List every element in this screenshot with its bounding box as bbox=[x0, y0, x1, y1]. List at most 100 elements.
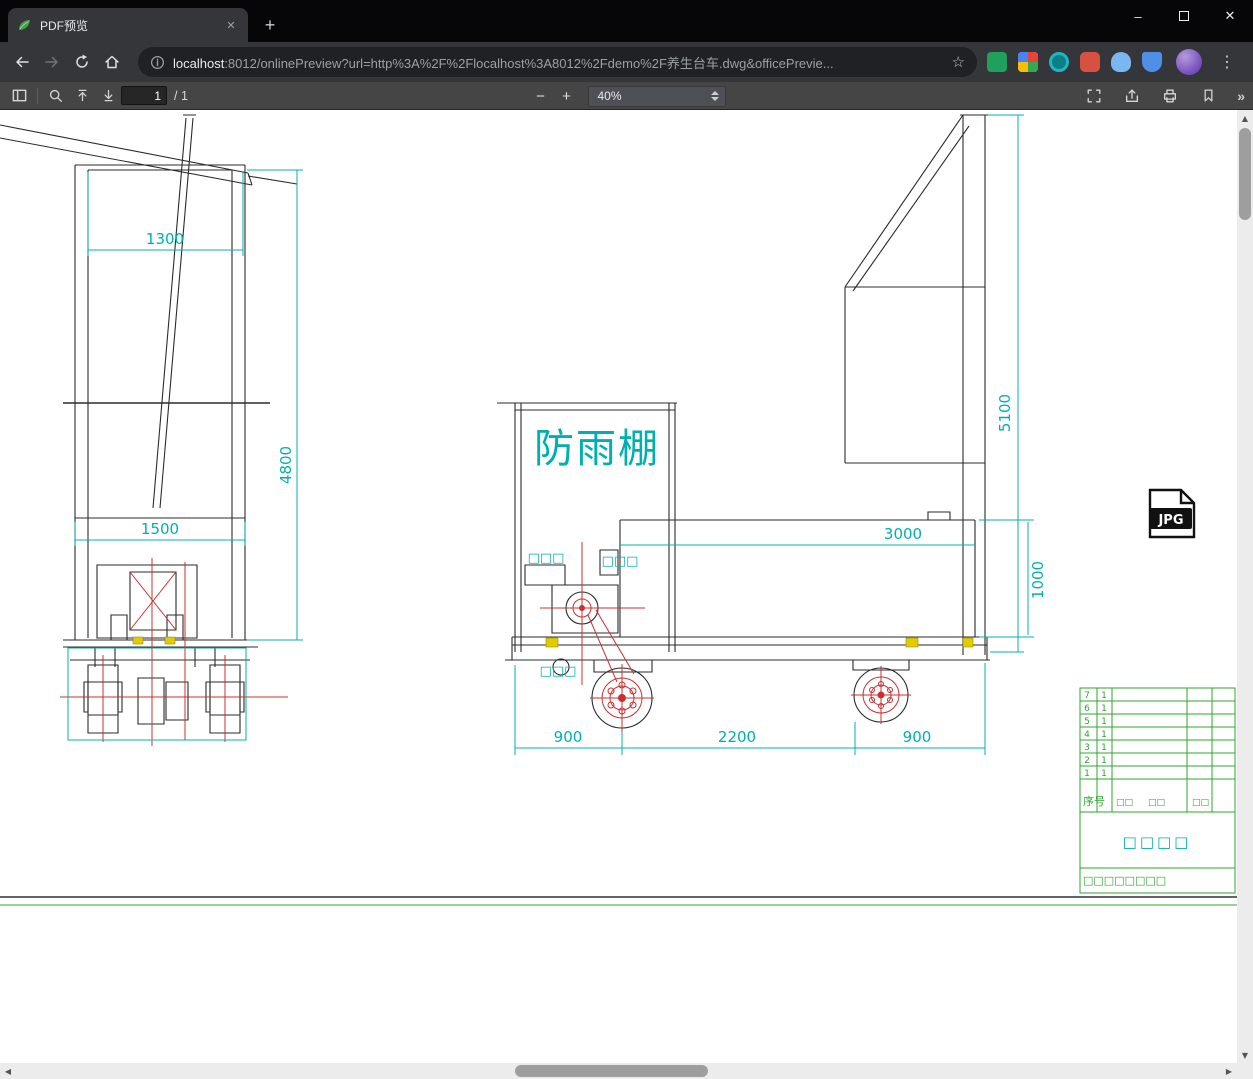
bookmark-button[interactable] bbox=[1195, 84, 1221, 108]
new-tab-button[interactable]: + bbox=[256, 11, 284, 39]
home-button[interactable] bbox=[98, 48, 126, 76]
dim-3000: 3000 bbox=[884, 525, 922, 543]
tb-header-3: □□ bbox=[1148, 798, 1165, 808]
horizontal-scrollbar[interactable]: ◀ ▶ bbox=[0, 1063, 1237, 1079]
zoom-select[interactable]: 40% bbox=[587, 85, 726, 107]
extension-icon-6[interactable] bbox=[1142, 52, 1162, 72]
tb-header-seq: 序号 bbox=[1083, 794, 1105, 808]
tb-footer-text: □□□□□□□□ bbox=[1083, 874, 1166, 887]
extension-icon-1[interactable] bbox=[987, 52, 1007, 72]
scroll-down-icon[interactable]: ▼ bbox=[1237, 1047, 1253, 1063]
tb-row-num: 6 bbox=[1084, 704, 1090, 714]
zoom-in-button[interactable]: + bbox=[554, 84, 580, 108]
extension-icon-2[interactable] bbox=[1018, 52, 1038, 72]
zoom-out-button[interactable]: − bbox=[528, 84, 554, 108]
dim-1000: 1000 bbox=[1029, 561, 1047, 599]
tb-row-qty: 1 bbox=[1101, 769, 1107, 779]
previous-page-button[interactable] bbox=[69, 84, 95, 108]
tab-close-icon[interactable]: ✕ bbox=[222, 16, 240, 34]
vertical-scroll-thumb[interactable] bbox=[1239, 128, 1251, 220]
browser-window: PDF预览 ✕ + – ✕ localhost:8012/onlinePrevi… bbox=[0, 0, 1253, 1079]
back-arrow-icon bbox=[16, 56, 29, 68]
url-text: localhost:8012/onlinePreview?url=http%3A… bbox=[173, 53, 944, 72]
search-icon bbox=[49, 89, 62, 102]
forward-arrow-icon bbox=[45, 56, 58, 68]
fullscreen-icon bbox=[1087, 89, 1101, 102]
back-button[interactable] bbox=[8, 48, 36, 76]
zoom-spinner-icon bbox=[710, 91, 719, 101]
sidebar-toggle-icon bbox=[12, 89, 26, 102]
tab-pdf-preview[interactable]: PDF预览 ✕ bbox=[8, 8, 248, 42]
title-block: 7 6 5 4 3 2 1 1 1 1 1 1 1 1 序号 □□ □□ □□ … bbox=[1079, 687, 1236, 894]
tb-row-num: 4 bbox=[1084, 730, 1090, 740]
page-info-icon[interactable] bbox=[150, 55, 165, 70]
front-view: 1300 4800 1500 bbox=[0, 114, 303, 746]
scroll-right-icon[interactable]: ▶ bbox=[1221, 1063, 1237, 1079]
dim-1500: 1500 bbox=[141, 520, 179, 538]
dim-2200: 2200 bbox=[718, 728, 756, 746]
tb-row-qty: 1 bbox=[1101, 704, 1107, 714]
open-file-icon bbox=[1126, 88, 1139, 102]
presentation-mode-button[interactable] bbox=[1081, 84, 1107, 108]
close-button[interactable]: ✕ bbox=[1207, 0, 1253, 32]
browser-menu-icon[interactable]: ⋮ bbox=[1215, 52, 1239, 72]
jpg-label: JPG bbox=[1157, 513, 1183, 528]
window-controls: – ✕ bbox=[1115, 0, 1253, 32]
ext2-quad bbox=[1018, 62, 1028, 72]
tb-header-4: □□ bbox=[1192, 798, 1209, 808]
reload-icon bbox=[76, 54, 88, 68]
tb-row-qty: 1 bbox=[1101, 691, 1107, 701]
tb-row-num: 3 bbox=[1084, 743, 1090, 753]
reload-button[interactable] bbox=[68, 48, 96, 76]
url-bar[interactable]: localhost:8012/onlinePreview?url=http%3A… bbox=[138, 47, 977, 77]
minimize-button[interactable]: – bbox=[1115, 0, 1161, 32]
bookmark-icon bbox=[1204, 89, 1213, 102]
scroll-left-icon[interactable]: ◀ bbox=[0, 1063, 16, 1079]
find-button[interactable] bbox=[43, 84, 69, 108]
tab-bar: PDF预览 ✕ + – ✕ bbox=[0, 0, 1253, 42]
extension-icon-3[interactable] bbox=[1049, 52, 1069, 72]
extension-icon-4[interactable] bbox=[1080, 52, 1100, 72]
dim-5100: 5100 bbox=[996, 394, 1014, 432]
arrow-down-icon bbox=[104, 89, 112, 102]
maximize-icon bbox=[1179, 11, 1189, 21]
tb-row-qty: 1 bbox=[1101, 756, 1107, 766]
bookmark-star-icon[interactable]: ☆ bbox=[952, 53, 965, 71]
pdf-page: 1300 4800 1500 防雨棚 3000 1000 5100 900 22… bbox=[0, 110, 1237, 1063]
forward-button[interactable] bbox=[38, 48, 66, 76]
horizontal-scroll-thumb[interactable] bbox=[515, 1065, 708, 1077]
sidebar-toggle-button[interactable] bbox=[6, 84, 32, 108]
more-tools-icon[interactable]: » bbox=[1237, 88, 1245, 104]
glyph-text-2: □□□ bbox=[602, 554, 639, 569]
tb-row-num: 1 bbox=[1084, 769, 1090, 779]
leaf-favicon-icon bbox=[19, 20, 30, 30]
print-icon bbox=[1164, 89, 1177, 102]
tab-title: PDF预览 bbox=[40, 18, 89, 33]
print-button[interactable] bbox=[1157, 84, 1183, 108]
profile-avatar[interactable] bbox=[1176, 49, 1202, 75]
dim-4800: 4800 bbox=[277, 446, 295, 484]
toolbar-right-group: » bbox=[1081, 84, 1245, 108]
rain-shelter-label: 防雨棚 bbox=[534, 426, 660, 472]
maximize-button[interactable] bbox=[1161, 0, 1207, 32]
dim-900-right: 900 bbox=[903, 728, 932, 746]
tb-row-qty: 1 bbox=[1101, 730, 1107, 740]
toolbar-separator bbox=[37, 87, 38, 104]
side-view: 防雨棚 3000 1000 5100 900 2200 900 □□□ □□□ … bbox=[497, 114, 1047, 755]
scroll-up-icon[interactable]: ▲ bbox=[1237, 110, 1253, 126]
page-number-input[interactable] bbox=[121, 86, 167, 105]
ext2-quad bbox=[1018, 52, 1028, 62]
zoom-value: 40% bbox=[597, 89, 622, 103]
ext2-quad bbox=[1028, 62, 1038, 72]
zoom-controls: − + 40% bbox=[528, 82, 726, 110]
toolbar-left-group: / 1 bbox=[6, 84, 188, 108]
tb-row-num: 2 bbox=[1084, 756, 1090, 766]
open-file-button[interactable] bbox=[1119, 84, 1145, 108]
next-page-button[interactable] bbox=[95, 84, 121, 108]
extensions-row: ⋮ bbox=[987, 49, 1239, 75]
arrow-up-icon bbox=[78, 89, 86, 102]
tb-title-text: □□□□ bbox=[1123, 833, 1192, 851]
home-icon bbox=[105, 55, 119, 69]
extension-icon-5[interactable] bbox=[1111, 52, 1131, 72]
vertical-scrollbar[interactable]: ▲ ▼ bbox=[1237, 110, 1253, 1063]
